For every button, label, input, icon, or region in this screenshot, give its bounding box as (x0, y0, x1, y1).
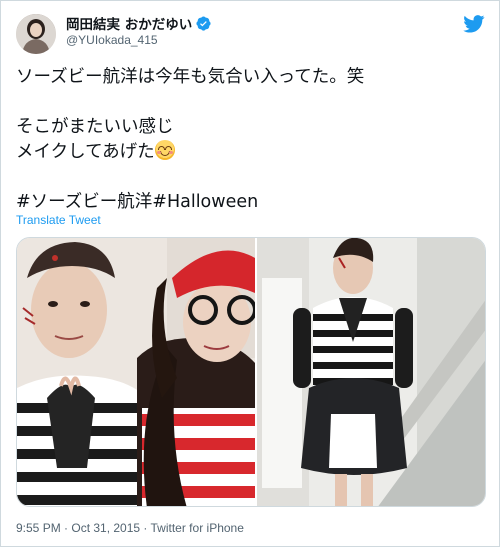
tweet-text-line-3-text: メイクしてあげた (16, 142, 155, 162)
tweet-text-line-2: そこがまたいい感じ (16, 117, 174, 137)
tweet-card: 岡田結実 おかだゆい @YUIokada_415 ソーズビー航洋は今年も気合い入… (0, 0, 500, 547)
tweet-text: ソーズビー航洋は今年も気合い入ってた。笑 そこがまたいい感じ メイクしてあげた … (16, 65, 486, 215)
media-photo-right[interactable] (257, 238, 485, 506)
author-display-name[interactable]: 岡田結実 おかだゆい (66, 13, 192, 33)
translate-tweet-link[interactable]: Translate Tweet (16, 213, 101, 227)
tweet-text-line-1: ソーズビー航洋は今年も気合い入ってた。笑 (16, 67, 365, 87)
avatar[interactable] (16, 14, 56, 54)
smiling-face-blushing-emoji (154, 140, 175, 160)
tweet-media-grid (16, 237, 486, 507)
verified-badge-icon (196, 15, 211, 31)
author-handle[interactable]: @YUIokada_415 (66, 33, 158, 47)
tweet-hashtags[interactable]: #ソーズビー航洋#Halloween (16, 190, 486, 215)
author-name-row[interactable]: 岡田結実 おかだゆい (66, 13, 211, 33)
tweet-text-line-3: メイクしてあげた (16, 140, 486, 165)
media-photo-left[interactable] (17, 238, 255, 506)
twitter-bird-icon[interactable] (463, 15, 485, 33)
tweet-timestamp[interactable]: 9:55 PM · Oct 31, 2015 · Twitter for iPh… (16, 521, 244, 535)
